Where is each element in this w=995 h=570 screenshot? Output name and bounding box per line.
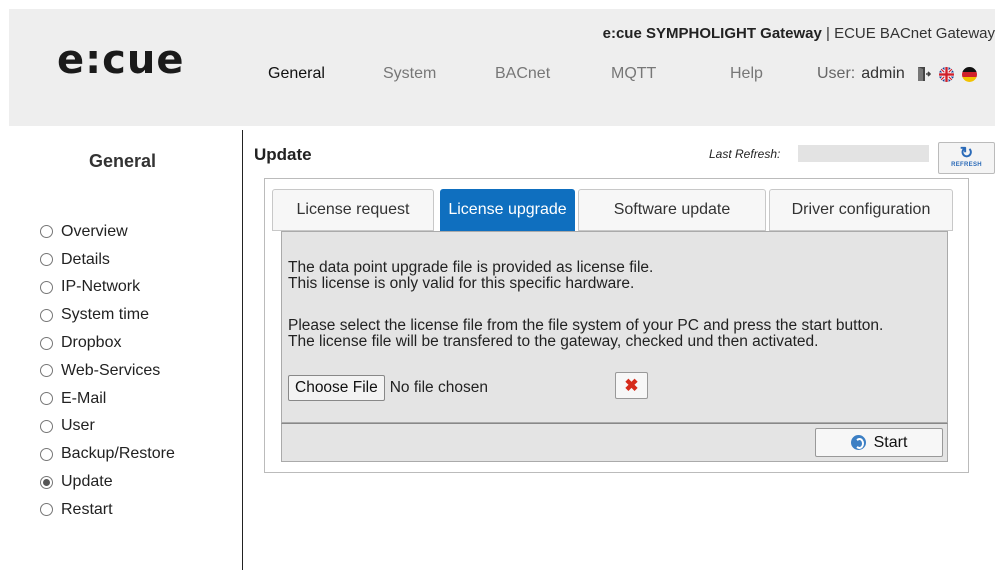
radio-icon <box>40 503 53 517</box>
sidebar-item-update[interactable]: Update <box>40 468 175 496</box>
sidebar-item-details[interactable]: Details <box>40 246 175 274</box>
sidebar-item-label: Dropbox <box>61 334 122 352</box>
last-refresh-value <box>798 145 929 162</box>
sidebar-item-label: IP-Network <box>61 278 141 296</box>
info-text: The data point upgrade file is provided … <box>288 260 653 292</box>
info-line-1: The data point upgrade file is provided … <box>288 259 654 276</box>
nav-mqtt[interactable]: MQTT <box>611 65 656 83</box>
radio-icon <box>40 225 53 239</box>
nav-general[interactable]: General <box>268 65 325 83</box>
tab-driver-configuration[interactable]: Driver configuration <box>769 189 953 231</box>
nav-bacnet[interactable]: BACnet <box>495 65 550 83</box>
radio-icon <box>40 364 53 378</box>
product-subtitle: | ECUE BACnet Gateway <box>821 25 995 42</box>
page-title: Update <box>254 145 312 164</box>
tab-license-request[interactable]: License request <box>272 189 434 231</box>
logout-icon[interactable] <box>917 66 931 82</box>
start-button-label: Start <box>873 433 908 451</box>
clear-file-button[interactable]: ✖ <box>615 372 648 399</box>
radio-icon <box>40 392 53 406</box>
red-x-icon: ✖ <box>624 376 639 395</box>
sidebar-item-email[interactable]: E-Mail <box>40 385 175 413</box>
user-area: User: admin <box>817 65 977 83</box>
user-label: User: <box>817 65 856 82</box>
sidebar-divider <box>242 130 243 570</box>
sidebar-menu: Overview Details IP-Network System time … <box>40 218 175 524</box>
sidebar-item-dropbox[interactable]: Dropbox <box>40 329 175 357</box>
radio-icon <box>40 308 53 322</box>
instruction-line-1: Please select the license file from the … <box>288 317 884 334</box>
sidebar-item-restart[interactable]: Restart <box>40 496 175 524</box>
sidebar-item-label: System time <box>61 306 150 324</box>
refresh-button[interactable]: ↻ REFRESH <box>938 142 995 174</box>
radio-icon <box>40 447 53 461</box>
tab-software-update[interactable]: Software update <box>578 189 766 231</box>
sidebar-item-label: E-Mail <box>61 389 107 407</box>
sidebar-item-label: Details <box>61 250 110 268</box>
sidebar-item-web-services[interactable]: Web-Services <box>40 357 175 385</box>
tab-content: The data point upgrade file is provided … <box>281 231 948 423</box>
last-refresh-label: Last Refresh: <box>709 147 781 161</box>
choose-file-button[interactable]: Choose File <box>288 375 385 401</box>
refresh-icon: ↻ <box>959 145 974 162</box>
sidebar-item-user[interactable]: User <box>40 413 175 441</box>
sidebar-item-label: Backup/Restore <box>61 445 175 463</box>
radio-icon <box>40 280 53 294</box>
header-bar: e:cue e:cue SYMPHOLIGHT Gateway | ECUE B… <box>9 9 995 126</box>
info-line-2: This license is only valid for this spec… <box>288 275 635 292</box>
sidebar-item-label: Update <box>61 473 113 491</box>
sidebar-item-label: Restart <box>61 500 113 518</box>
sidebar-item-label: User <box>61 417 95 435</box>
gateway-title: e:cue SYMPHOLIGHT Gateway | ECUE BACnet … <box>603 25 995 42</box>
radio-icon <box>40 253 53 267</box>
tab-license-upgrade[interactable]: License upgrade <box>440 189 575 231</box>
sync-icon <box>850 435 866 450</box>
user-name: admin <box>861 65 905 82</box>
instruction-text: Please select the license file from the … <box>288 318 883 350</box>
nav-help[interactable]: Help <box>730 65 763 83</box>
sidebar-item-backup-restore[interactable]: Backup/Restore <box>40 440 175 468</box>
radio-selected-icon <box>40 475 53 489</box>
product-name: e:cue SYMPHOLIGHT Gateway <box>602 25 822 42</box>
sidebar-item-label: Web-Services <box>61 361 161 379</box>
ecue-logo: e:cue <box>57 37 185 83</box>
sidebar-item-ip-network[interactable]: IP-Network <box>40 274 175 302</box>
refresh-button-label: REFRESH <box>951 162 982 168</box>
sidebar-item-system-time[interactable]: System time <box>40 301 175 329</box>
radio-icon <box>40 419 53 433</box>
file-status: No file chosen <box>389 379 488 396</box>
sidebar-item-label: Overview <box>61 222 128 240</box>
action-bar: Start <box>281 423 948 462</box>
sidebar-title: General <box>89 151 157 171</box>
start-button[interactable]: Start <box>815 428 943 457</box>
sidebar-item-overview[interactable]: Overview <box>40 218 175 246</box>
file-input: Choose File No file chosen <box>288 375 488 401</box>
instruction-line-2: The license file will be transfered to t… <box>288 333 819 350</box>
nav-system[interactable]: System <box>383 65 436 83</box>
de-flag-icon[interactable] <box>961 66 977 82</box>
radio-icon <box>40 336 53 350</box>
uk-flag-icon[interactable] <box>938 66 954 82</box>
